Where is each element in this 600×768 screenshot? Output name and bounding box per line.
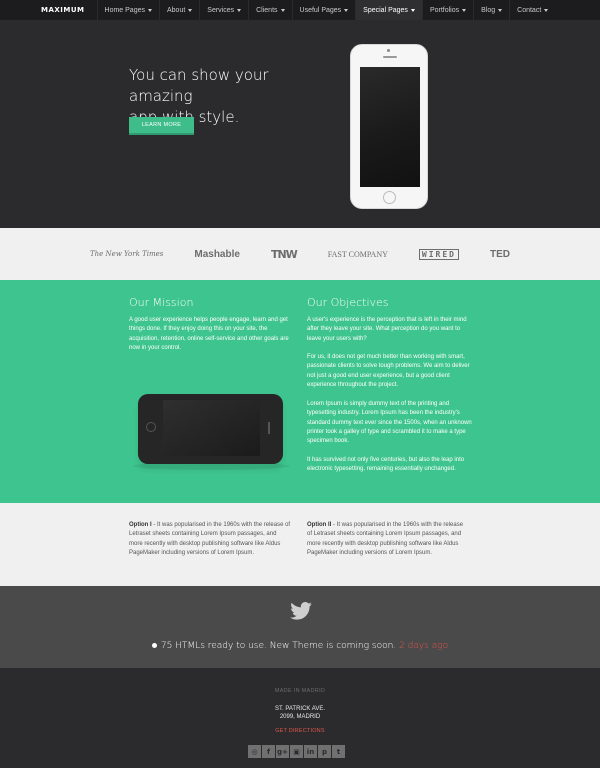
nav-item-label: Clients — [256, 6, 278, 14]
press-logos-bar: The New York Times Mashable TNW FAST COM… — [0, 228, 600, 280]
hero-section: You can show your amazing app with style… — [0, 20, 600, 228]
option-2-text: Option II - It was popularised in the 19… — [307, 521, 469, 558]
mission-title: Our Mission — [129, 296, 194, 309]
footer: MADE IN MADRID ST. PATRICK AVE. 2099, MA… — [0, 668, 600, 768]
phone-speaker — [268, 422, 270, 434]
top-navbar: MAXIMUM Home Pages About Services Client… — [0, 0, 600, 20]
social-icons: ◎ f g+ ▣ in p t — [248, 745, 345, 758]
nav-item-blog[interactable]: Blog — [473, 0, 509, 20]
caret-down-icon — [237, 8, 242, 12]
linkedin-icon[interactable]: in — [304, 745, 317, 758]
caret-down-icon — [498, 8, 503, 12]
address: ST. PATRICK AVE. 2099, MADRID — [0, 705, 600, 721]
nav-item-label: Special Pages — [363, 6, 408, 14]
tnw-logo: TNW — [270, 247, 298, 261]
option-1-text: Option I - It was popularised in the 196… — [129, 521, 291, 558]
instagram-icon[interactable]: ▣ — [290, 745, 303, 758]
option-body: - It was popularised in the 1960s with t… — [129, 522, 291, 556]
phone-home-button — [146, 422, 156, 432]
mission-section: Our Mission A good user experience helps… — [0, 280, 600, 503]
option-label: Option II — [307, 522, 332, 528]
fast-company-logo: FAST COMPANY — [327, 249, 388, 259]
address-line: ST. PATRICK AVE. — [274, 706, 325, 712]
objectives-paragraph: A user's experience is the perception th… — [307, 317, 467, 342]
option-body: - It was popularised in the 1960s with t… — [307, 522, 464, 556]
pinterest-icon[interactable]: p — [318, 745, 331, 758]
nav-item-home-pages[interactable]: Home Pages — [96, 0, 159, 20]
option-label: Option I — [129, 522, 152, 528]
hero-title-line: You can show your amazing — [129, 66, 269, 105]
nav-item-label: Blog — [481, 6, 496, 14]
caret-down-icon — [147, 8, 152, 12]
phone-screen — [360, 67, 420, 187]
tweet-text: 75 HTMLs ready to use. New Theme is comi… — [160, 641, 397, 651]
bullet-icon — [151, 643, 157, 648]
nav-item-label: Useful Pages — [299, 6, 342, 14]
made-in-label: MADE IN MADRID — [274, 688, 326, 694]
nav-item-label: Contact — [517, 6, 542, 14]
phone-home-button — [383, 191, 396, 204]
nav-item-label: Home Pages — [104, 6, 145, 14]
address-line: 2099, MADRID — [279, 714, 321, 720]
learn-more-button[interactable]: LEARN MORE — [129, 117, 194, 133]
objectives-title: Our Objectives — [307, 296, 389, 309]
nyt-logo: The New York Times — [90, 250, 164, 258]
wired-logo: WIRED — [418, 248, 459, 260]
tweet-time-link[interactable]: 2 days ago — [399, 641, 448, 651]
twitter-bird-icon — [290, 602, 312, 620]
options-section: Option I - It was popularised in the 196… — [0, 503, 600, 586]
get-directions-link[interactable]: GET DIRECTIONS — [0, 728, 600, 734]
nav-item-contact[interactable]: Contact — [509, 0, 555, 20]
objectives-paragraph: Lorem Ipsum is simply dummy text of the … — [307, 401, 472, 445]
nav-item-clients[interactable]: Clients — [248, 0, 291, 20]
phone-camera — [387, 49, 390, 52]
dribbble-icon[interactable]: ◎ — [248, 745, 261, 758]
nav-item-about[interactable]: About — [158, 0, 199, 20]
caret-down-icon — [544, 8, 549, 12]
mashable-logo: Mashable — [194, 248, 240, 260]
facebook-icon[interactable]: f — [262, 745, 275, 758]
objectives-paragraph: For us, it does not get much better than… — [307, 354, 470, 388]
site-logo[interactable]: MAXIMUM — [41, 6, 85, 14]
mission-text: A good user experience helps people enga… — [129, 317, 289, 351]
twitter-feed-section: 75 HTMLs ready to use. New Theme is comi… — [0, 586, 600, 668]
phone-screen — [163, 400, 260, 456]
black-phone-image — [138, 394, 283, 464]
white-phone-image — [350, 44, 428, 209]
caret-down-icon — [462, 8, 467, 12]
tweet-line: 75 HTMLs ready to use. New Theme is comi… — [0, 641, 600, 651]
twitter-icon[interactable]: t — [332, 745, 345, 758]
objectives-paragraph: It has survived not only five centuries,… — [307, 457, 465, 473]
caret-down-icon — [344, 8, 349, 12]
caret-down-icon — [188, 8, 193, 12]
google-plus-icon[interactable]: g+ — [276, 745, 289, 758]
caret-down-icon — [410, 8, 415, 12]
nav-item-useful-pages[interactable]: Useful Pages — [291, 0, 356, 20]
ted-logo: TED — [489, 248, 510, 260]
nav-item-services[interactable]: Services — [199, 0, 248, 20]
caret-down-icon — [280, 8, 285, 12]
nav-item-label: Services — [207, 6, 235, 14]
nav-item-portfolios[interactable]: Portfolios — [421, 0, 473, 20]
phone-speaker — [383, 56, 397, 58]
nav-item-special-pages[interactable]: Special Pages — [355, 0, 422, 20]
nav-item-label: About — [166, 6, 186, 14]
nav-item-label: Portfolios — [429, 6, 460, 14]
